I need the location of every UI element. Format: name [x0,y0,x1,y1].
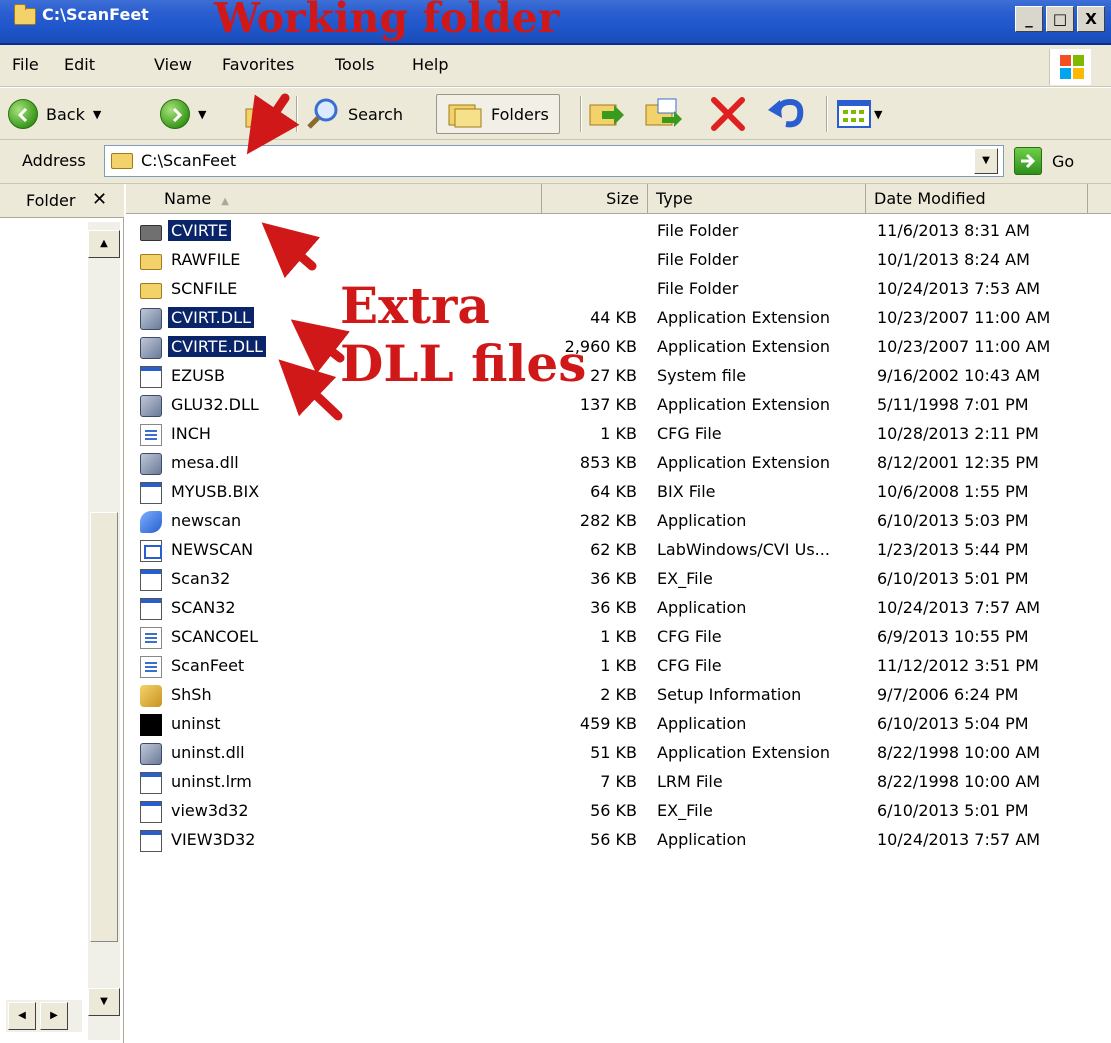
arrow-to-cvirt-dll [290,319,350,374]
annotation-arrows [246,93,350,421]
arrow-to-cvirte-folder [261,222,321,279]
arrow-to-cvirte-dll [278,359,343,421]
arrow-to-address [246,93,300,155]
